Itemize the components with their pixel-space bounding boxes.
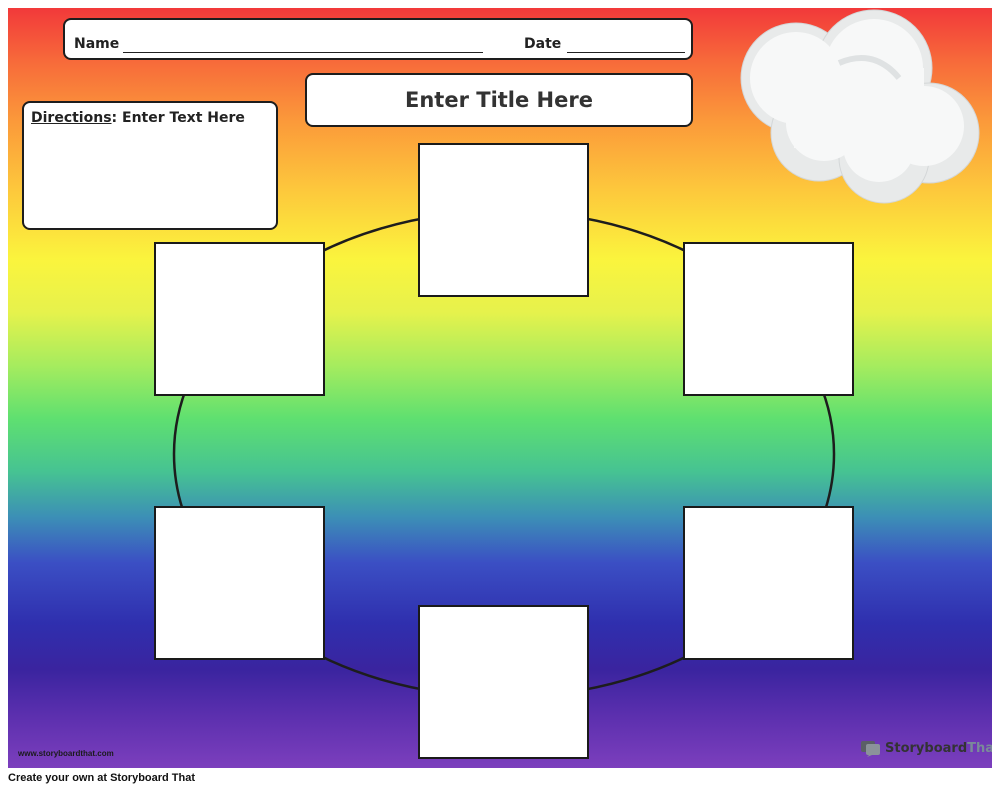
brand-part2: That: [967, 740, 992, 756]
cycle-box-top-left[interactable]: [154, 242, 325, 396]
directions-text: Directions: Enter Text Here: [31, 110, 245, 126]
name-label: Name: [74, 36, 120, 52]
name-date-box: Name Date: [63, 18, 693, 60]
directions-label: Directions: [31, 110, 112, 126]
watermark-url: www.storyboardthat.com: [18, 749, 114, 758]
cycle-box-bottom-left[interactable]: [154, 506, 325, 660]
directions-box[interactable]: Directions: Enter Text Here: [22, 101, 278, 230]
cycle-box-top-right[interactable]: [683, 242, 854, 396]
brand-logo[interactable]: StoryboardThat: [860, 739, 992, 757]
speech-bubble-icon: [861, 741, 880, 757]
cloud-icon: [740, 9, 980, 204]
date-field[interactable]: [567, 52, 685, 53]
cycle-box-bottom[interactable]: [418, 605, 589, 759]
footer-link[interactable]: Create your own at Storyboard That: [8, 772, 195, 784]
cycle-box-bottom-right[interactable]: [683, 506, 854, 660]
page-title: Enter Title Here: [405, 88, 593, 112]
name-field[interactable]: [123, 52, 483, 53]
worksheet: Name Date Enter Title Here Directions: E…: [8, 8, 992, 768]
cycle-box-top[interactable]: [418, 143, 589, 297]
date-label: Date: [524, 36, 562, 52]
title-box[interactable]: Enter Title Here: [305, 73, 693, 127]
directions-body: : Enter Text Here: [111, 110, 245, 126]
brand-part1: Storyboard: [885, 740, 968, 756]
